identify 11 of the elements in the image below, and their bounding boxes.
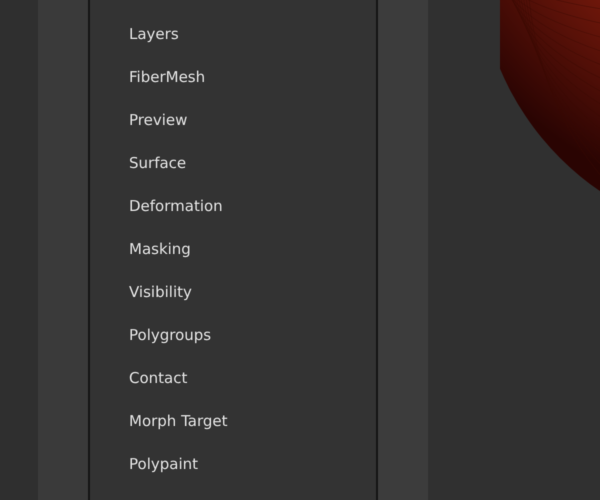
menu-item[interactable]: FiberMesh (129, 66, 206, 89)
menu-item[interactable]: Deformation (129, 195, 223, 218)
menu-item[interactable]: Layers (129, 23, 179, 46)
menu-item[interactable]: Polygroups (129, 324, 212, 347)
menu-item[interactable]: Visibility (129, 281, 192, 304)
menu-item[interactable]: Surface (129, 152, 186, 175)
menu-item[interactable]: Polypaint (129, 453, 198, 476)
menu-item[interactable]: Morph Target (129, 410, 228, 433)
menu-item[interactable]: Preview (129, 109, 188, 132)
menu-item[interactable]: Contact (129, 367, 188, 390)
menu-item[interactable]: Masking (129, 238, 191, 261)
